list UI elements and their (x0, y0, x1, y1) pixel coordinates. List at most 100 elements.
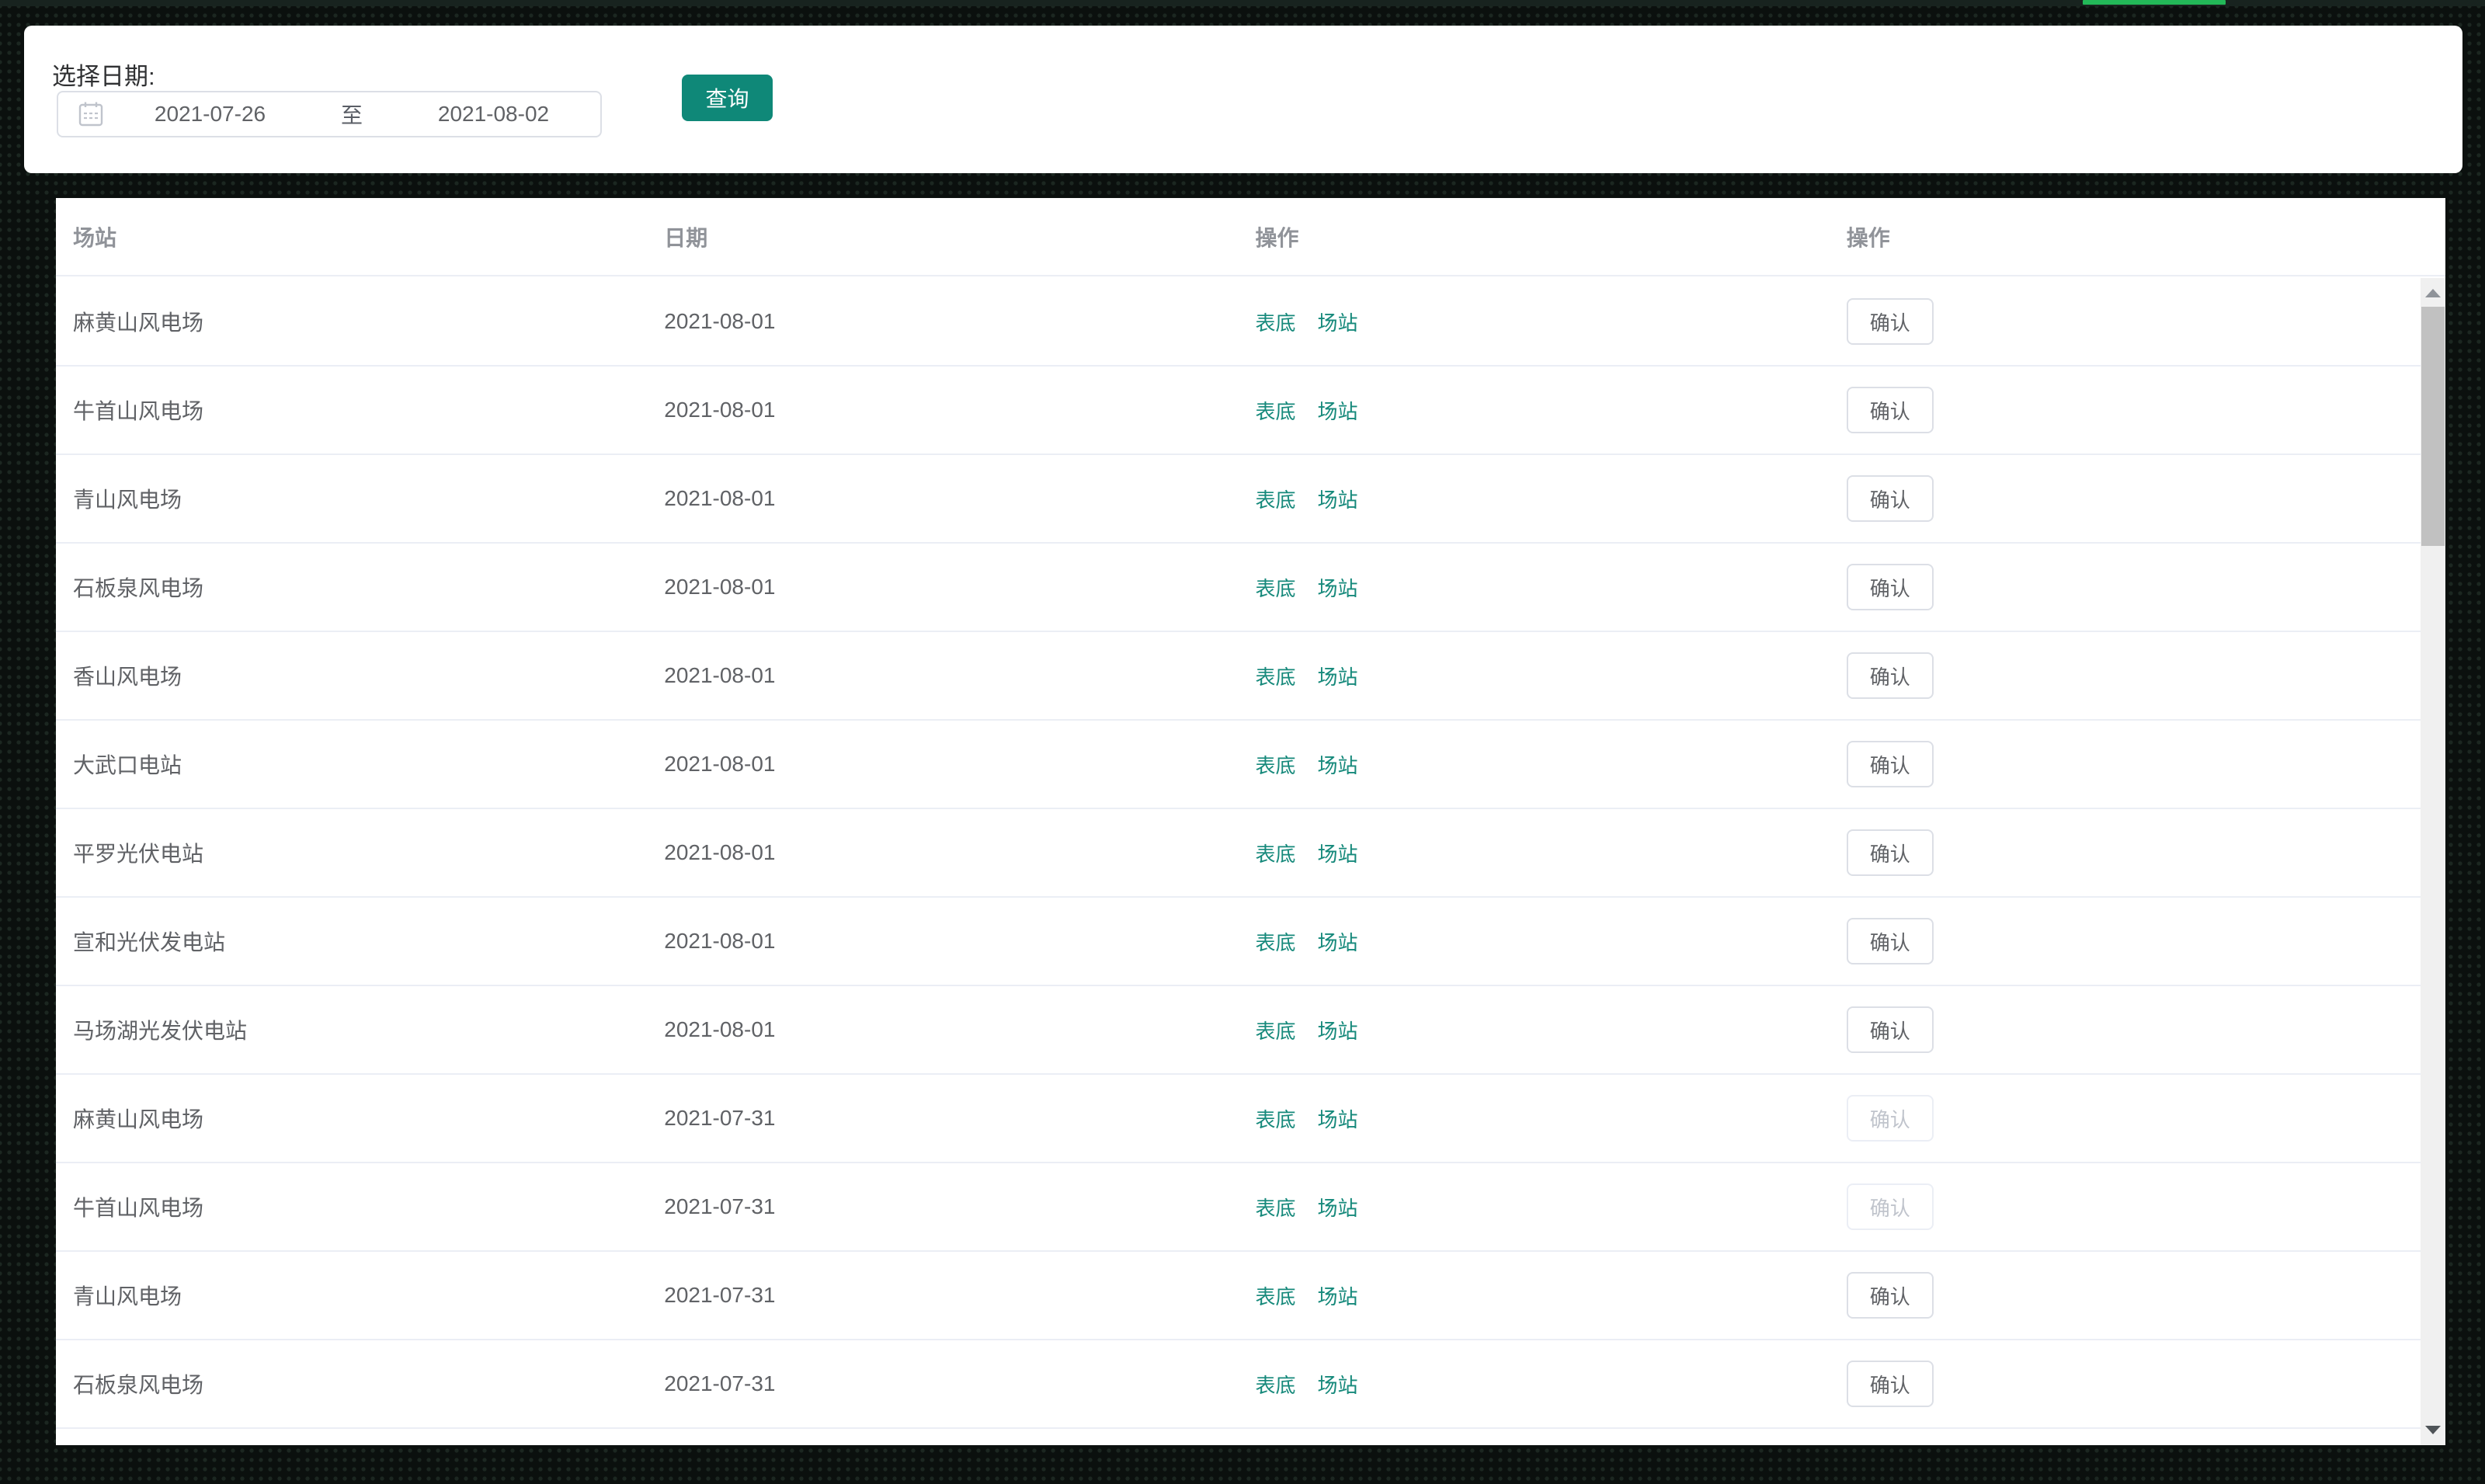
scroll-down-button[interactable] (2421, 1419, 2445, 1445)
confirm-button[interactable]: 确认 (1846, 475, 1934, 522)
date-cell: 2021-07-31 (664, 1106, 776, 1130)
station-cell: 牛首山风电场 (73, 1196, 204, 1220)
table-row: 石板泉风电场 2021-08-01 表底 场站 确认 (56, 544, 2421, 632)
date-cell: 2021-08-01 (664, 486, 776, 510)
biaodi-link[interactable]: 表底 (1256, 308, 1296, 336)
changzhan-link[interactable]: 场站 (1318, 573, 1358, 602)
confirm-button[interactable]: 确认 (1846, 564, 1934, 610)
row-links-cell: 表底 场站 (1239, 1193, 1830, 1222)
biaodi-link[interactable]: 表底 (1256, 1370, 1296, 1399)
row-action-cell: 确认 (1830, 1006, 2421, 1053)
confirm-button[interactable]: 确认 (1846, 918, 1934, 964)
biaodi-link[interactable]: 表底 (1256, 1104, 1296, 1133)
date-cell: 2021-08-01 (664, 309, 776, 333)
biaodi-link[interactable]: 表底 (1256, 662, 1296, 690)
changzhan-link[interactable]: 场站 (1318, 1370, 1358, 1399)
date-cell: 2021-08-01 (664, 663, 776, 687)
confirm-button[interactable]: 确认 (1846, 652, 1934, 699)
table-row: 宣和光伏发电站 2021-08-01 表底 场站 确认 (56, 898, 2421, 986)
biaodi-link[interactable]: 表底 (1256, 573, 1296, 602)
station-cell: 青山风电场 (73, 488, 182, 512)
changzhan-link[interactable]: 场站 (1318, 1016, 1358, 1044)
biaodi-link[interactable]: 表底 (1256, 1193, 1296, 1222)
biaodi-link[interactable]: 表底 (1256, 396, 1296, 425)
loading-progress-bar (2083, 0, 2226, 5)
page-background: 选择日期: 2021-07-26 至 2021-08-02 查询 场站 日期 操… (0, 0, 2485, 1484)
date-cell: 2021-08-01 (664, 752, 776, 776)
row-action-cell: 确认 (1830, 1095, 2421, 1142)
table-row: 香山风电场 2021-08-01 表底 场站 确认 (56, 632, 2421, 721)
biaodi-link[interactable]: 表底 (1256, 839, 1296, 867)
scroll-up-button[interactable] (2421, 278, 2445, 304)
data-table: 场站 日期 操作 操作 麻黄山风电场 2021-08-01 表底 场站 确认 牛… (56, 198, 2445, 1445)
date-cell: 2021-08-01 (664, 929, 776, 953)
vertical-scrollbar[interactable] (2421, 278, 2445, 1445)
row-links-cell: 表底 场站 (1239, 1016, 1830, 1044)
biaodi-link[interactable]: 表底 (1256, 1281, 1296, 1310)
column-header-date: 日期 (664, 225, 708, 250)
row-links-cell: 表底 场站 (1239, 1370, 1830, 1399)
changzhan-link[interactable]: 场站 (1318, 308, 1358, 336)
changzhan-link[interactable]: 场站 (1318, 750, 1358, 779)
top-strip (0, 0, 2485, 6)
table-row: 牛首山风电场 2021-07-31 表底 场站 确认 (56, 1163, 2421, 1252)
column-header-station: 场站 (73, 225, 117, 250)
row-action-cell: 确认 (1830, 387, 2421, 433)
row-action-cell: 确认 (1830, 1361, 2421, 1407)
date-cell: 2021-08-01 (664, 1017, 776, 1041)
biaodi-link[interactable]: 表底 (1256, 927, 1296, 956)
confirm-button[interactable]: 确认 (1846, 829, 1934, 876)
calendar-icon (78, 101, 103, 127)
table-row: 麻黄山风电场 2021-07-31 表底 场站 确认 (56, 1075, 2421, 1163)
biaodi-link[interactable]: 表底 (1256, 485, 1296, 513)
table-row: 青山风电场 2021-07-31 表底 场站 确认 (56, 1252, 2421, 1340)
row-action-cell: 确认 (1830, 564, 2421, 610)
row-action-cell: 确认 (1830, 1183, 2421, 1230)
row-links-cell: 表底 场站 (1239, 1104, 1830, 1133)
changzhan-link[interactable]: 场站 (1318, 485, 1358, 513)
date-cell: 2021-07-31 (664, 1371, 776, 1395)
station-cell: 石板泉风电场 (73, 1373, 204, 1397)
row-links-cell: 表底 场站 (1239, 308, 1830, 336)
row-links-cell: 表底 场站 (1239, 573, 1830, 602)
row-links-cell: 表底 场站 (1239, 839, 1830, 867)
date-filter-label: 选择日期: (52, 63, 155, 90)
confirm-button: 确认 (1846, 1183, 1934, 1230)
changzhan-link[interactable]: 场站 (1318, 662, 1358, 690)
query-button[interactable]: 查询 (682, 75, 773, 121)
column-header-actions-1: 操作 (1255, 225, 1299, 250)
row-links-cell: 表底 场站 (1239, 750, 1830, 779)
station-cell: 宣和光伏发电站 (73, 930, 226, 954)
confirm-button[interactable]: 确认 (1846, 387, 1934, 433)
date-range-picker[interactable]: 2021-07-26 至 2021-08-02 (57, 91, 602, 137)
arrow-up-icon (2425, 289, 2441, 297)
station-cell: 香山风电场 (73, 665, 182, 689)
changzhan-link[interactable]: 场站 (1318, 1281, 1358, 1310)
table-row: 大武口电站 2021-08-01 表底 场站 确认 (56, 721, 2421, 809)
confirm-button[interactable]: 确认 (1846, 1272, 1934, 1319)
row-action-cell: 确认 (1830, 652, 2421, 699)
confirm-button[interactable]: 确认 (1846, 1006, 1934, 1053)
changzhan-link[interactable]: 场站 (1318, 1193, 1358, 1222)
changzhan-link[interactable]: 场站 (1318, 839, 1358, 867)
row-links-cell: 表底 场站 (1239, 662, 1830, 690)
changzhan-link[interactable]: 场站 (1318, 1104, 1358, 1133)
biaodi-link[interactable]: 表底 (1256, 1016, 1296, 1044)
date-end-value[interactable]: 2021-08-02 (387, 102, 600, 127)
table-row: 青山风电场 2021-08-01 表底 场站 确认 (56, 455, 2421, 544)
changzhan-link[interactable]: 场站 (1318, 396, 1358, 425)
confirm-button[interactable]: 确认 (1846, 298, 1934, 345)
confirm-button: 确认 (1846, 1095, 1934, 1142)
table-row: 石板泉风电场 2021-07-31 表底 场站 确认 (56, 1340, 2421, 1429)
biaodi-link[interactable]: 表底 (1256, 750, 1296, 779)
table-row: 牛首山风电场 2021-08-01 表底 场站 确认 (56, 367, 2421, 455)
changzhan-link[interactable]: 场站 (1318, 927, 1358, 956)
confirm-button[interactable]: 确认 (1846, 741, 1934, 787)
row-action-cell: 确认 (1830, 741, 2421, 787)
scrollbar-thumb[interactable] (2421, 307, 2445, 546)
date-cell: 2021-08-01 (664, 840, 776, 864)
date-cell: 2021-07-31 (664, 1283, 776, 1307)
date-start-value[interactable]: 2021-07-26 (103, 102, 317, 127)
table-header: 场站 日期 操作 操作 (56, 198, 2445, 276)
confirm-button[interactable]: 确认 (1846, 1361, 1934, 1407)
